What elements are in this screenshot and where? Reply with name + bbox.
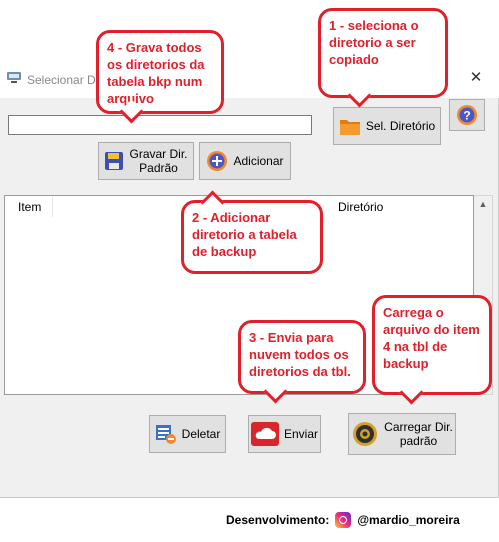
annotation-2: 2 - Adicionar diretorio a tabela de back… bbox=[181, 190, 323, 274]
annotation-4: 4 - Grava todos os diretorios da tabela … bbox=[96, 30, 224, 124]
help-glyph: ? bbox=[463, 109, 470, 123]
select-directory-label: Sel. Diretório bbox=[365, 119, 436, 133]
load-default-dir-button[interactable]: Carregar Dir. padrão bbox=[348, 413, 456, 455]
load-label-line2: padrão bbox=[399, 434, 438, 448]
save-default-dir-label: Gravar Dir. Padrão bbox=[129, 147, 187, 175]
save-icon bbox=[105, 152, 124, 170]
directory-path-input[interactable] bbox=[8, 115, 312, 135]
instagram-icon bbox=[335, 512, 352, 528]
save-label-line2: Padrão bbox=[139, 161, 178, 175]
load-label-line1: Carregar Dir. bbox=[384, 420, 453, 434]
annotation-4-text: 4 - Grava todos os diretorios da tabela … bbox=[107, 40, 205, 106]
help-button[interactable]: ? bbox=[449, 99, 485, 131]
add-label: Adicionar bbox=[233, 154, 284, 168]
add-icon bbox=[207, 151, 228, 171]
column-divider[interactable] bbox=[52, 197, 53, 217]
select-directory-button[interactable]: Sel. Diretório bbox=[333, 107, 441, 145]
footer-handle: @mardio_moreira bbox=[357, 513, 460, 527]
scroll-up-icon[interactable]: ▲ bbox=[474, 199, 492, 209]
annotation-2-text: 2 - Adicionar diretorio a tabela de back… bbox=[192, 210, 297, 259]
save-label-line1: Gravar Dir. bbox=[129, 147, 188, 161]
load-default-dir-label: Carregar Dir. padrão bbox=[384, 420, 453, 448]
footer-label: Desenvolvimento: bbox=[226, 513, 330, 527]
annotation-3: 3 - Envia para nuvem todos os diretorios… bbox=[238, 320, 366, 404]
column-header-item[interactable]: Item bbox=[18, 200, 41, 214]
footer-credit: Desenvolvimento: @mardio_moreira bbox=[226, 512, 460, 528]
annotation-5-text: Carrega o arquivo do item 4 na tbl de ba… bbox=[383, 305, 480, 371]
column-header-directory[interactable]: Diretório bbox=[338, 200, 383, 214]
folder-icon bbox=[339, 120, 360, 135]
close-button[interactable]: ✕ bbox=[466, 68, 486, 88]
send-label: Enviar bbox=[283, 427, 318, 441]
help-icon: ? bbox=[457, 105, 477, 125]
cloud-icon bbox=[250, 422, 279, 446]
gear-icon bbox=[353, 422, 378, 446]
delete-label: Deletar bbox=[181, 427, 221, 441]
annotation-5: Carrega o arquivo do item 4 na tbl de ba… bbox=[372, 295, 492, 405]
app-icon bbox=[7, 72, 21, 83]
delete-icon bbox=[155, 425, 176, 444]
send-button[interactable]: Enviar bbox=[248, 415, 321, 453]
delete-button[interactable]: Deletar bbox=[149, 415, 226, 453]
annotation-1-text: 1 - seleciona o diretorio a ser copiado bbox=[329, 18, 419, 67]
add-button[interactable]: Adicionar bbox=[199, 142, 291, 180]
annotation-3-text: 3 - Envia para nuvem todos os diretorios… bbox=[249, 330, 351, 379]
save-default-dir-button[interactable]: Gravar Dir. Padrão bbox=[98, 142, 194, 180]
annotation-1: 1 - seleciona o diretorio a ser copiado bbox=[318, 8, 448, 108]
